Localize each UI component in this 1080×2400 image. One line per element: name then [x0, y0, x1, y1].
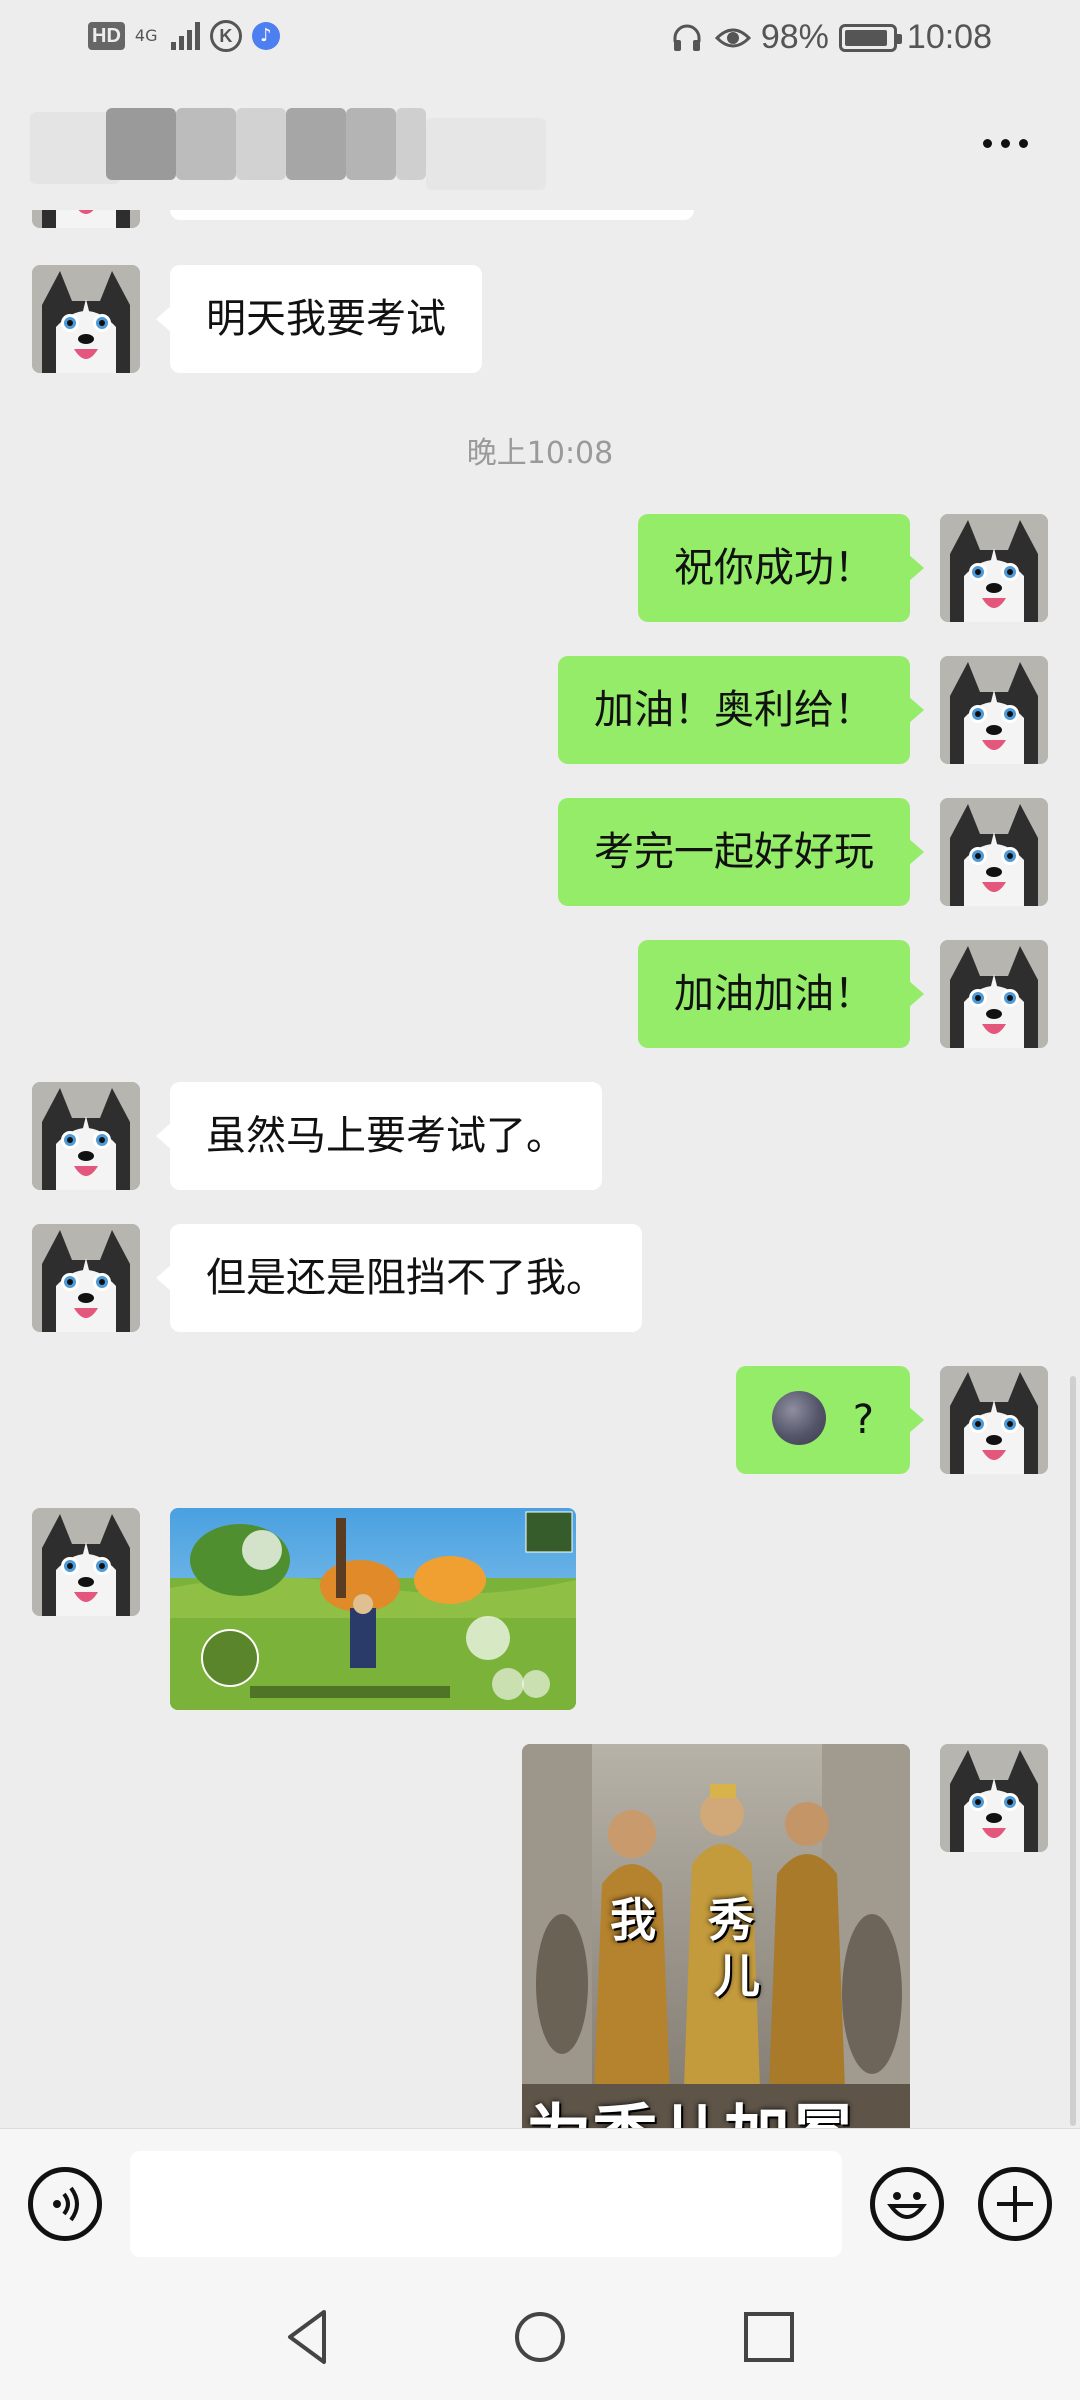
contact-avatar[interactable]	[32, 1224, 140, 1332]
scrollbar[interactable]	[1070, 1376, 1076, 2126]
new-moon-face-icon	[772, 1391, 827, 1445]
eye-icon	[714, 28, 751, 47]
chat-header	[0, 80, 1080, 210]
system-nav-bar	[0, 2278, 1080, 2400]
message-bubble[interactable]: 但是还是阻挡不了我。	[156, 1224, 642, 1332]
status-right: 98% 10:08	[669, 18, 992, 57]
message-bubble[interactable]: 加油！奥利给！	[558, 656, 924, 764]
game-screenshot-image[interactable]	[170, 1508, 576, 1710]
message-bubble[interactable]	[170, 210, 694, 220]
battery-percent: 98%	[760, 18, 829, 56]
message-outgoing: 我 秀 儿 为秀儿加冕	[0, 1744, 1080, 2128]
message-text: ?	[852, 1397, 874, 1443]
voice-icon[interactable]	[28, 2167, 102, 2241]
signal-icon	[170, 22, 200, 50]
status-left: HD 4G K ♪	[88, 20, 280, 52]
chat-title-blurred[interactable]	[30, 108, 546, 190]
message-incoming: 虽然马上要考试了。	[0, 1082, 1080, 1192]
meme-caption-char: 我	[610, 1893, 656, 1947]
meme-caption: 为秀儿加冕	[526, 2082, 856, 2128]
message-outgoing: 加油！奥利给！	[0, 656, 1080, 766]
self-avatar[interactable]	[940, 940, 1048, 1048]
recents-square-icon[interactable]	[734, 2302, 804, 2372]
network-type: 4G	[134, 26, 158, 45]
plus-icon[interactable]	[978, 2167, 1052, 2241]
contact-avatar[interactable]	[32, 210, 140, 228]
message-input[interactable]	[130, 2151, 842, 2257]
message-incoming: 但是还是阻挡不了我。	[0, 1224, 1080, 1334]
hd-badge: HD	[88, 22, 125, 50]
contact-avatar[interactable]	[32, 1082, 140, 1190]
meme-caption-char: 儿	[714, 1949, 760, 2003]
message-bubble[interactable]: ?	[736, 1366, 924, 1474]
message-timestamp: 晚上10:08	[466, 436, 614, 471]
message-bubble[interactable]: 祝你成功！	[638, 514, 924, 622]
message-outgoing: ?	[0, 1366, 1080, 1476]
back-triangle-icon[interactable]	[274, 2302, 344, 2372]
music-icon: ♪	[251, 22, 280, 50]
clock: 10:08	[906, 18, 992, 56]
message-outgoing: 加油加油！	[0, 940, 1080, 1050]
emoji-icon[interactable]	[870, 2167, 944, 2241]
message-bubble[interactable]: 明天我要考试	[156, 265, 482, 373]
self-avatar[interactable]	[940, 798, 1048, 906]
home-circle-icon[interactable]	[505, 2302, 575, 2372]
message-outgoing: 祝你成功！	[0, 514, 1080, 624]
message-bubble[interactable]: 考完一起好好玩	[558, 798, 924, 906]
self-avatar[interactable]	[940, 514, 1048, 622]
message-incoming: 明天我要考试	[0, 265, 1080, 375]
self-avatar[interactable]	[940, 1366, 1048, 1474]
self-avatar[interactable]	[940, 656, 1048, 764]
status-bar: HD 4G K ♪ 98% 10:08	[0, 0, 1080, 80]
meme-sticker-image[interactable]: 我 秀 儿 为秀儿加冕	[522, 1744, 910, 2128]
headphones-icon	[673, 24, 701, 51]
message-bubble[interactable]: 虽然马上要考试了。	[156, 1082, 602, 1190]
message-outgoing: 考完一起好好玩	[0, 798, 1080, 908]
self-avatar[interactable]	[940, 1744, 1048, 1852]
message-incoming	[0, 210, 1080, 230]
contact-avatar[interactable]	[32, 265, 140, 373]
message-incoming	[0, 1508, 1080, 1718]
contact-avatar[interactable]	[32, 1508, 140, 1616]
input-bar	[0, 2128, 1080, 2278]
message-bubble[interactable]: 加油加油！	[638, 940, 924, 1048]
more-dots-icon[interactable]	[970, 120, 1040, 166]
k-app-icon: K	[209, 20, 242, 52]
chat-messages[interactable]: 明天我要考试 晚上10:08 祝你成功！ 加油！奥利给！ 考完一起好好玩 加油加…	[0, 210, 1080, 2128]
battery-icon	[838, 23, 902, 52]
